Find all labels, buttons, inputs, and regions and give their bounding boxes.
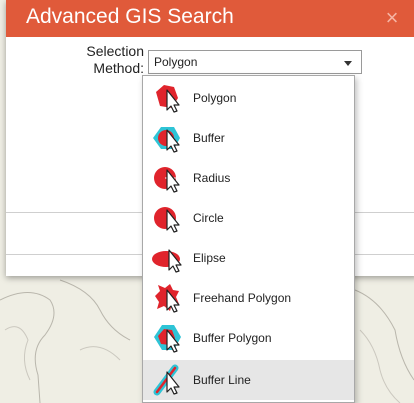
option-radius[interactable]: Radius (143, 158, 354, 198)
option-label: Circle (193, 211, 224, 225)
option-label: Buffer Polygon (193, 331, 272, 345)
buffer-polygon-select-icon (154, 325, 181, 353)
chevron-down-icon (344, 61, 352, 66)
freehand-polygon-select-icon (155, 284, 180, 313)
circle-select-icon (154, 207, 180, 233)
option-label: Freehand Polygon (193, 291, 292, 305)
polygon-select-icon (156, 85, 180, 113)
selection-method-select[interactable]: Polygon (148, 50, 362, 74)
option-buffer-line[interactable]: Buffer Line (143, 360, 354, 400)
option-label: Buffer (193, 131, 225, 145)
selection-label-line1: Selection (86, 43, 144, 59)
buffer-select-icon (153, 127, 180, 153)
option-polygon[interactable]: Polygon (143, 78, 354, 118)
option-label: Polygon (193, 91, 237, 105)
dialog-titlebar[interactable]: Advanced GIS Search × (6, 0, 414, 37)
selection-method-dropdown: Polygon Buffer Radius Circle Elipse Free… (142, 75, 355, 403)
selection-label-line2: Method: (93, 60, 144, 76)
option-buffer[interactable]: Buffer (143, 118, 354, 158)
selection-method-label: Selection Method: (60, 43, 144, 77)
option-circle[interactable]: Circle (143, 198, 354, 238)
option-elipse[interactable]: Elipse (143, 238, 354, 278)
ellipse-select-icon (152, 249, 182, 273)
radius-select-icon (154, 167, 180, 193)
option-label: Elipse (193, 251, 226, 265)
option-freehand-polygon[interactable]: Freehand Polygon (143, 278, 354, 318)
close-icon[interactable]: × (378, 4, 406, 32)
option-label: Buffer Line (193, 373, 251, 387)
buffer-line-select-icon (153, 364, 180, 396)
option-buffer-polygon[interactable]: Buffer Polygon (143, 318, 354, 358)
selection-method-value: Polygon (154, 55, 198, 69)
option-label: Radius (193, 171, 231, 185)
dialog-title: Advanced GIS Search (26, 5, 234, 28)
